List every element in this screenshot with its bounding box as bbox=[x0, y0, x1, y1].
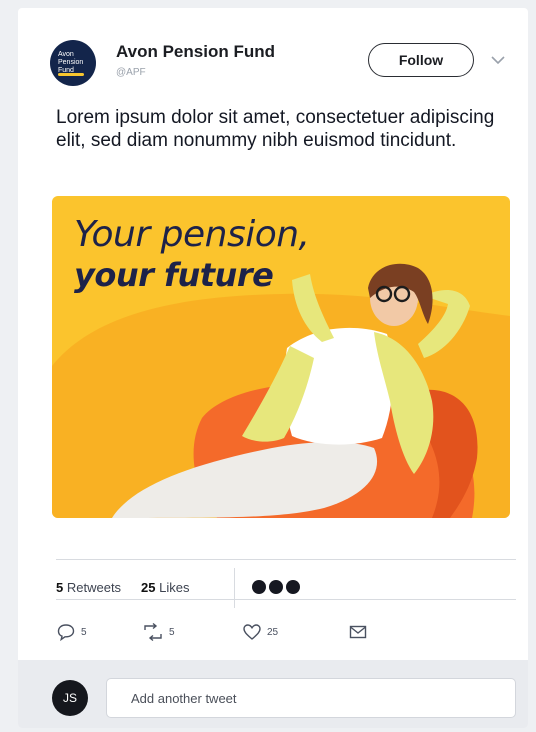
account-handle[interactable]: @APF bbox=[116, 67, 146, 78]
tweet-image[interactable]: Your pension, your future bbox=[52, 196, 510, 518]
tweet-card: Avon Pension Fund Avon Pension Fund @APF… bbox=[18, 8, 528, 728]
tweet-stats: 5 Retweets 25 Likes bbox=[56, 568, 516, 608]
liker-avatars[interactable] bbox=[252, 580, 303, 599]
likes-stat[interactable]: 25 Likes bbox=[141, 580, 189, 595]
retweets-count: 5 bbox=[56, 580, 64, 595]
reply-icon bbox=[57, 624, 75, 642]
stats-bottom-divider bbox=[56, 599, 516, 600]
like-action[interactable]: 25 bbox=[242, 620, 278, 644]
mail-icon bbox=[349, 625, 367, 639]
stats-separator bbox=[234, 568, 235, 608]
logo-line-1: Avon bbox=[58, 51, 74, 58]
retweets-stat[interactable]: 5 Retweets bbox=[56, 580, 121, 595]
message-action[interactable] bbox=[348, 620, 368, 644]
liker-avatar[interactable] bbox=[252, 580, 266, 594]
retweet-count: 5 bbox=[169, 626, 175, 638]
retweets-label: Retweets bbox=[66, 580, 122, 595]
liker-avatar[interactable] bbox=[286, 580, 300, 594]
likes-label: Likes bbox=[159, 580, 190, 595]
logo-line-2: Pension bbox=[58, 59, 84, 66]
chevron-down-icon[interactable] bbox=[488, 50, 508, 70]
liker-avatar[interactable] bbox=[269, 580, 283, 594]
image-headline-1: Your pension, bbox=[74, 214, 310, 255]
logo-swoosh bbox=[58, 73, 84, 76]
follow-button[interactable]: Follow bbox=[368, 43, 474, 77]
retweet-icon bbox=[144, 622, 162, 642]
reply-count: 5 bbox=[81, 626, 87, 638]
tweet-actions: 5 5 25 bbox=[56, 620, 516, 646]
reply-action[interactable]: 5 bbox=[56, 620, 87, 644]
likes-count: 25 bbox=[141, 580, 156, 595]
retweet-action[interactable]: 5 bbox=[142, 620, 175, 644]
reply-bar: JS bbox=[18, 660, 528, 728]
heart-icon bbox=[243, 624, 261, 640]
like-count: 25 bbox=[267, 626, 279, 638]
tweet-header: Avon Pension Fund Avon Pension Fund @APF… bbox=[50, 40, 520, 90]
image-headline-2: your future bbox=[74, 256, 274, 294]
tweet-text: Lorem ipsum dolor sit amet, consectetuer… bbox=[56, 107, 495, 151]
add-tweet-input[interactable] bbox=[106, 678, 516, 718]
user-avatar[interactable]: JS bbox=[52, 680, 88, 716]
stats-top-divider bbox=[56, 559, 516, 560]
account-name[interactable]: Avon Pension Fund bbox=[116, 42, 275, 62]
account-avatar[interactable]: Avon Pension Fund bbox=[50, 40, 96, 86]
